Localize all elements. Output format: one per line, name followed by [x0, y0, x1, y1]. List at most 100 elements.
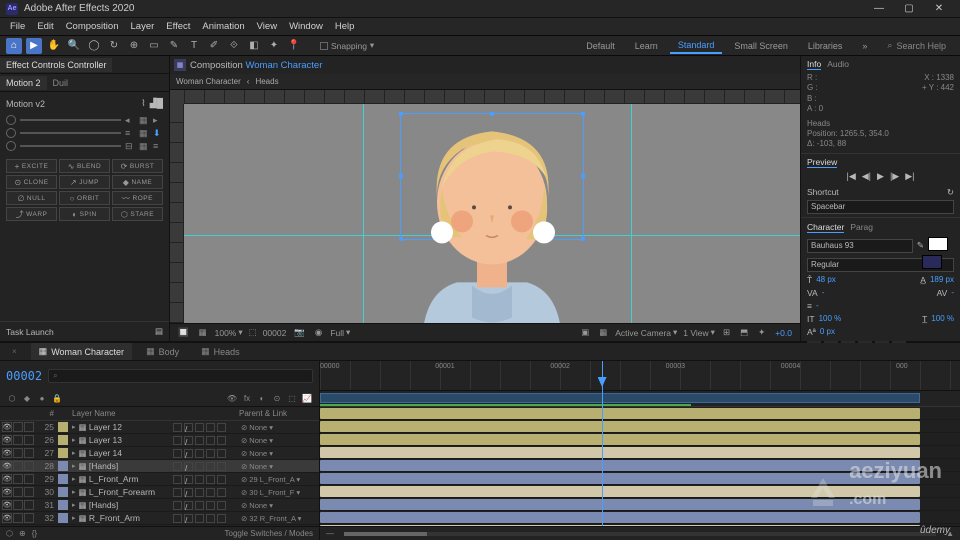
layer-clip[interactable]	[320, 460, 920, 471]
playhead[interactable]	[602, 361, 603, 540]
tl-icon-mb[interactable]: ◐	[256, 393, 268, 405]
layer-color[interactable]	[58, 487, 68, 497]
timeline-workarea[interactable]	[320, 391, 960, 407]
menu-file[interactable]: File	[4, 21, 31, 32]
layer-row[interactable]: 👁27▸▦ Layer 14/⊘ None ▾	[0, 447, 319, 460]
pen-tool-icon[interactable]: ✎	[166, 38, 182, 54]
visibility-toggle[interactable]: 👁	[2, 513, 12, 523]
solo-toggle[interactable]	[13, 461, 23, 471]
fill-color-swatch[interactable]	[928, 237, 948, 251]
workspace-libraries[interactable]: Libraries	[800, 39, 851, 53]
tl-icon-2[interactable]: ◆	[21, 393, 33, 405]
stroke-color-swatch[interactable]	[922, 255, 942, 269]
menu-animation[interactable]: Animation	[196, 21, 250, 32]
solo-toggle[interactable]	[13, 448, 23, 458]
layer-name[interactable]: ▸▦ R_Front_Arm	[68, 513, 169, 524]
zoom-dropdown[interactable]: 100% ▾	[215, 327, 243, 338]
shortcut-refresh-icon[interactable]: ↻	[947, 187, 954, 198]
layer-parent[interactable]: ⊘ None ▾	[239, 501, 319, 510]
layer-row[interactable]: 👁29▸▦ L_Front_Arm/⊘ 29 L_Front_A ▾	[0, 473, 319, 486]
timeline-tab-heads[interactable]: ▦ Heads	[193, 343, 248, 360]
layer-name[interactable]: ▸▦ [Hands]	[68, 461, 169, 472]
transparency-icon[interactable]: ▦	[597, 327, 609, 338]
resolution-dropdown[interactable]: Full ▾	[330, 327, 350, 338]
layer-parent[interactable]: ⊘ 30 L_Front_F ▾	[239, 488, 319, 497]
maximize-button[interactable]: ▢	[894, 0, 924, 18]
layer-parent[interactable]: ⊘ None ▾	[239, 462, 319, 471]
menu-effect[interactable]: Effect	[160, 21, 196, 32]
magnify-icon[interactable]: 🔲	[176, 327, 191, 338]
eyedropper-icon[interactable]: ✎	[917, 240, 924, 251]
tl-icon-graph[interactable]: 📈	[301, 393, 313, 405]
minimize-button[interactable]: —	[864, 0, 894, 18]
menu-help[interactable]: Help	[329, 21, 361, 32]
character-tab[interactable]: Character	[807, 222, 844, 233]
motion-btn-rope[interactable]: 〰ROPE	[112, 191, 163, 205]
workspace-smallscreen[interactable]: Small Screen	[726, 39, 796, 53]
track-row[interactable]	[320, 446, 960, 459]
timeline-tab-body[interactable]: ▦ Body	[138, 343, 187, 360]
current-timecode[interactable]: 00002	[6, 369, 42, 383]
tl-foot-3-icon[interactable]: {}	[32, 529, 37, 538]
preview-last-icon[interactable]: ▶|	[905, 171, 914, 182]
solo-toggle[interactable]	[13, 435, 23, 445]
view-dropdown[interactable]: 1 View ▾	[683, 327, 715, 338]
roto-tool-icon[interactable]: ✦	[266, 38, 282, 54]
visibility-toggle[interactable]: 👁	[2, 461, 12, 471]
view-opt-2-icon[interactable]: ⬒	[738, 327, 750, 338]
motion-btn-clone[interactable]: ⊙CLONE	[6, 175, 57, 189]
res-picker[interactable]: ⬚	[249, 327, 257, 338]
lock-toggle[interactable]	[24, 500, 34, 510]
preview-play-icon[interactable]: ▶	[877, 171, 884, 182]
composition-canvas[interactable]	[184, 104, 800, 323]
motion-btn-burst[interactable]: ⟳BURST	[112, 159, 163, 173]
layer-name[interactable]: ▸▦ L_Front_Forearm	[68, 487, 169, 498]
menu-edit[interactable]: Edit	[31, 21, 59, 32]
track-row[interactable]	[320, 511, 960, 524]
lock-toggle[interactable]	[24, 474, 34, 484]
tracking-value[interactable]: -	[951, 288, 954, 297]
layer-name[interactable]: ▸▦ Layer 12	[68, 422, 169, 433]
motion-btn-stare[interactable]: ⬡STARE	[112, 207, 163, 221]
motion-knob-3[interactable]	[6, 141, 16, 151]
visibility-toggle[interactable]: 👁	[2, 435, 12, 445]
layer-name[interactable]: ▸▦ Layer 14	[68, 448, 169, 459]
motion-knob-1[interactable]	[6, 115, 16, 125]
layer-clip[interactable]	[320, 499, 920, 510]
lock-toggle[interactable]	[24, 422, 34, 432]
zoom-tool-icon[interactable]: 🔍	[66, 38, 82, 54]
brush-tool-icon[interactable]: ✐	[206, 38, 222, 54]
hscale-value[interactable]: 100 %	[931, 314, 954, 323]
tl-icon-4[interactable]: 🔒	[51, 393, 63, 405]
anchor-tool-icon[interactable]: ⊕	[126, 38, 142, 54]
hand-tool-icon[interactable]: ✋	[46, 38, 62, 54]
track-row[interactable]	[320, 459, 960, 472]
layer-clip[interactable]	[320, 434, 920, 445]
layer-color[interactable]	[58, 461, 68, 471]
visibility-toggle[interactable]: 👁	[2, 448, 12, 458]
track-row[interactable]	[320, 498, 960, 511]
shape-tool-icon[interactable]: ▭	[146, 38, 162, 54]
camera-dropdown[interactable]: Active Camera ▾	[615, 327, 677, 338]
layer-color[interactable]	[58, 448, 68, 458]
composition-viewport[interactable]	[170, 90, 800, 323]
motion-btn-jump[interactable]: ↗JUMP	[59, 175, 110, 189]
lock-toggle[interactable]	[24, 487, 34, 497]
tl-icon-3[interactable]: ●	[36, 393, 48, 405]
motion-btn-warp[interactable]: ⤴WARP	[6, 207, 57, 221]
puppet-tool-icon[interactable]: 📍	[286, 38, 302, 54]
selection-tool-icon[interactable]: ▶	[26, 38, 42, 54]
fontsize-value[interactable]: 48 px	[816, 275, 836, 284]
tl-icon-fx[interactable]: fx	[241, 393, 253, 405]
type-tool-icon[interactable]: T	[186, 38, 202, 54]
track-row[interactable]	[320, 420, 960, 433]
motion-btn-name[interactable]: ◆NAME	[112, 175, 163, 189]
layer-row[interactable]: 👁32▸▦ R_Front_Arm/⊘ 32 R_Front_A ▾	[0, 512, 319, 525]
view-opt-1-icon[interactable]: ⊞	[721, 327, 732, 338]
audio-tab[interactable]: Audio	[827, 59, 849, 70]
track-row[interactable]	[320, 407, 960, 420]
snapping-chevron-icon[interactable]: ▾	[370, 40, 374, 51]
solo-toggle[interactable]	[13, 487, 23, 497]
preview-prev-icon[interactable]: ◀|	[862, 171, 871, 182]
help-search[interactable]: ⌕ Search Help	[879, 40, 954, 51]
